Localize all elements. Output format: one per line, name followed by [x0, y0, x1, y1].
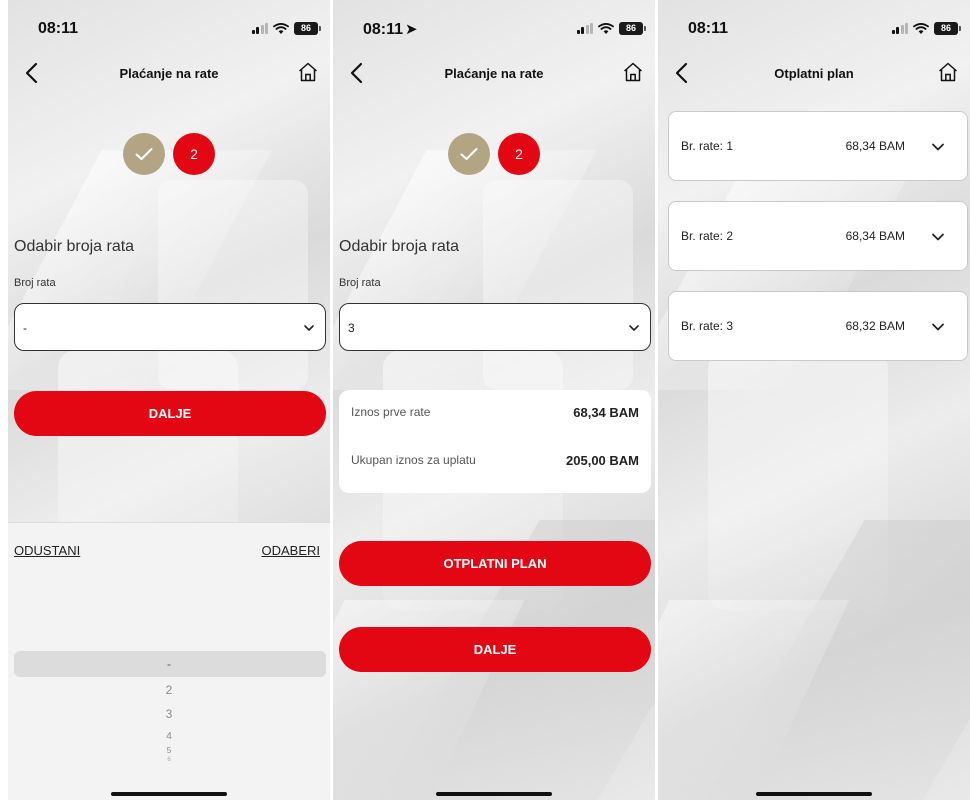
page-title: Plaćanje na rate [444, 66, 544, 81]
home-indicator [436, 792, 552, 796]
select-value: - [23, 321, 27, 335]
home-icon[interactable] [936, 60, 960, 84]
installment-summary-card: Iznos prve rate 68,34 BAM Ukupan iznos z… [339, 390, 651, 493]
screen-installment-selection-picker: 08:11 86 Plaćanje na rate 2 Odabir broja… [8, 0, 330, 800]
background-facet [8, 150, 272, 390]
nav-bar: Plaćanje na rate [333, 52, 655, 92]
battery-icon: 86 [934, 22, 961, 35]
background-facet [658, 600, 850, 800]
cancel-button[interactable]: ODUSTANI [14, 543, 80, 558]
status-time: 08:11 [688, 20, 729, 37]
screen-repayment-plan: 08:11 86 Otplatni plan Br. rate: 1 68,34… [658, 0, 970, 800]
status-bar: 08:11 ➤ 86 [333, 0, 655, 40]
cellular-signal-icon [891, 23, 908, 34]
home-icon[interactable] [296, 60, 320, 84]
chevron-down-icon[interactable] [931, 140, 945, 154]
checkmark-icon [135, 148, 153, 160]
installment-number: Br. rate: 2 [681, 229, 734, 243]
background-facet [483, 180, 633, 390]
picker-actions: ODUSTANI ODABERI [8, 523, 330, 571]
picker-option[interactable]: 4 [8, 731, 330, 742]
home-icon[interactable] [621, 60, 645, 84]
chevron-down-icon[interactable] [931, 320, 945, 334]
installments-label: Broj rata [14, 277, 56, 289]
background-facet [708, 350, 888, 610]
checkmark-icon [460, 148, 478, 160]
nav-bar: Otplatni plan [658, 52, 970, 92]
step-completed [448, 133, 490, 175]
status-time: 08:11 ➤ [363, 21, 418, 38]
installments-select[interactable]: - [14, 303, 326, 351]
wifi-icon [913, 22, 929, 34]
total-amount-row: Ukupan iznos za uplatu 205,00 BAM [351, 453, 639, 473]
nav-bar: Plaćanje na rate [8, 52, 330, 92]
section-title: Odabir broja rata [339, 238, 460, 255]
step-current: 2 [498, 133, 540, 175]
screen-installment-selection-summary: 08:11 ➤ 86 Plaćanje na rate 2 Odabir broj… [333, 0, 655, 800]
total-amount-label: Ukupan iznos za uplatu [351, 453, 476, 467]
background-facet [333, 150, 597, 390]
step-current: 2 [173, 133, 215, 175]
status-bar: 08:11 86 [8, 0, 330, 40]
installments-select[interactable]: 3 [339, 303, 651, 351]
picker-option[interactable]: - [8, 657, 330, 671]
home-indicator [111, 792, 227, 796]
cellular-signal-icon [251, 23, 268, 34]
chevron-down-icon [629, 325, 639, 331]
next-button[interactable]: DALJE [14, 391, 326, 436]
page-title: Plaćanje na rate [119, 66, 219, 81]
step-completed [123, 133, 165, 175]
background-facet [691, 520, 970, 800]
choose-button[interactable]: ODABERI [261, 543, 320, 558]
first-installment-value: 68,34 BAM [573, 405, 639, 420]
picker-option[interactable]: 3 [8, 707, 330, 721]
battery-icon: 86 [619, 22, 646, 35]
installment-amount: 68,34 BAM [845, 229, 905, 243]
status-time: 08:11 [38, 20, 79, 37]
picker-sheet: ODUSTANI ODABERI - 2 3 4 5 6 [8, 522, 330, 800]
cellular-signal-icon [576, 23, 593, 34]
total-amount-value: 205,00 BAM [566, 453, 639, 468]
repayment-plan-button[interactable]: OTPLATNI PLAN [339, 541, 651, 586]
select-value: 3 [348, 321, 355, 335]
background-facet [158, 180, 308, 390]
chevron-down-icon[interactable] [931, 230, 945, 244]
chevron-down-icon [304, 325, 314, 331]
first-installment-label: Iznos prve rate [351, 405, 431, 419]
home-indicator [756, 792, 872, 796]
stepper: 2 [333, 133, 655, 175]
picker-option[interactable]: 6 [8, 757, 330, 763]
installment-number: Br. rate: 1 [681, 139, 734, 153]
location-arrow-icon: ➤ [405, 21, 418, 38]
battery-icon: 86 [294, 22, 321, 35]
stepper: 2 [8, 133, 330, 175]
wifi-icon [598, 22, 614, 34]
installment-amount: 68,34 BAM [845, 139, 905, 153]
system-icons: 86 [576, 22, 646, 35]
system-icons: 86 [251, 22, 321, 35]
picker-option[interactable]: 2 [8, 683, 330, 697]
installment-row[interactable]: Br. rate: 2 68,34 BAM [668, 201, 968, 271]
next-button[interactable]: DALJE [339, 627, 651, 672]
wifi-icon [273, 22, 289, 34]
installment-amount: 68,32 BAM [845, 319, 905, 333]
first-installment-row: Iznos prve rate 68,34 BAM [351, 405, 639, 425]
installment-number: Br. rate: 3 [681, 319, 734, 333]
installment-row[interactable]: Br. rate: 3 68,32 BAM [668, 291, 968, 361]
page-title: Otplatni plan [774, 66, 854, 81]
section-title: Odabir broja rata [14, 238, 135, 255]
system-icons: 86 [891, 22, 961, 35]
installment-row[interactable]: Br. rate: 1 68,34 BAM [668, 111, 968, 181]
picker-option[interactable]: 5 [8, 746, 330, 755]
status-bar: 08:11 86 [658, 0, 970, 40]
installments-label: Broj rata [339, 277, 381, 289]
